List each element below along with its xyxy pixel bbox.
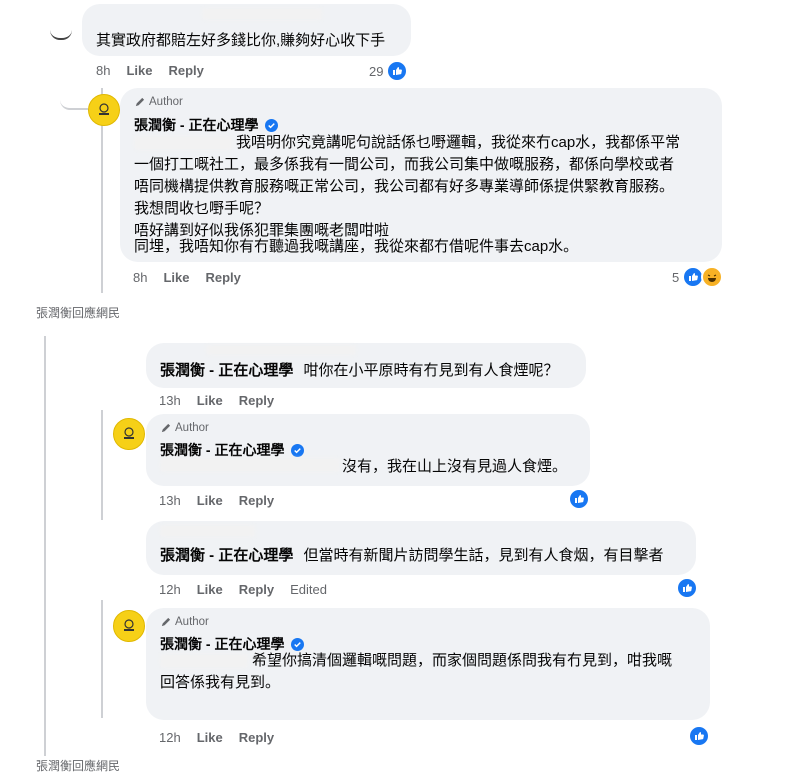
reaction-count[interactable] (568, 488, 590, 510)
comment-actions: 12h Like Reply (159, 730, 290, 745)
thread-connector (60, 88, 88, 110)
thread-line (101, 410, 103, 520)
reply-button[interactable]: Reply (239, 393, 274, 408)
comment-line: 同埋，我唔知你有冇聽過我嘅講座，我從來都冇借呢件事去cap水。 (134, 238, 579, 255)
author-badge-label: Author (175, 422, 209, 434)
author-badge: Author (134, 96, 183, 108)
comment-line: 一個打工嘅社工，最多係我有一間公司，而我公司集中做嘅服務，都係向學校或者 (134, 156, 675, 173)
comment-time[interactable]: 12h (159, 730, 181, 745)
reaction-number: 29 (369, 63, 384, 79)
reply-button[interactable]: Reply (168, 63, 203, 78)
reply-button[interactable]: Reply (239, 730, 274, 745)
commenter-name[interactable]: 張潤衡 - 正在心理學 (160, 440, 305, 460)
comment-bubble: Author 張潤衡 - 正在心理學 希望你搞清個邏輯嘅問題，而家個問題係問我有… (146, 608, 710, 720)
commenter-mark (50, 28, 72, 40)
author-badge: Author (160, 422, 209, 434)
comment-bubble: 張潤衡 - 正在心理學 咁你在小平原時有冇見到有人食煙呢？ (146, 343, 586, 388)
thread-line (101, 600, 103, 718)
comment-actions: 8h Like Reply (133, 270, 257, 285)
pen-icon (161, 617, 171, 626)
comment-line: 我想問收乜嘢手呢？ (134, 200, 270, 217)
mention-name[interactable]: 張潤衡 - 正在心理學 (160, 547, 293, 564)
like-button[interactable]: Like (197, 582, 223, 597)
caption-note: 張潤衡回應網民 (36, 759, 121, 773)
author-badge-label: Author (149, 96, 183, 108)
redacted-name (206, 345, 356, 355)
haha-icon (701, 266, 724, 288)
edited-label[interactable]: Edited (290, 582, 327, 597)
comment-row: 張潤衡 - 正在心理學 咁你在小平原時有冇見到有人食煙呢？ (160, 360, 559, 382)
comment-line: 回答係我有見到。 (160, 674, 281, 691)
like-button[interactable]: Like (197, 493, 223, 508)
comment-bubble: 張潤衡 - 正在心理學 但當時有新聞片訪問學生話，見到有人食烟，有目擊者 (146, 521, 696, 575)
verified-badge-icon (291, 444, 305, 457)
comment-bubble: Author 張潤衡 - 正在心理學 沒有，我在山上沒有見過人食煙。 (146, 414, 590, 486)
like-icon (688, 725, 710, 747)
like-icon (386, 60, 409, 82)
like-icon (676, 577, 698, 599)
comment-actions: 13h Like Reply (159, 493, 290, 508)
comment-actions: 12h Like Reply Edited (159, 582, 343, 597)
comment-actions: 8h Like Reply (96, 63, 220, 78)
like-button[interactable]: Like (197, 393, 223, 408)
commenter-name-text: 張潤衡 - 正在心理學 (160, 442, 285, 458)
author-avatar[interactable] (88, 94, 120, 126)
author-badge: Author (160, 616, 209, 628)
comment-time[interactable]: 13h (159, 393, 181, 408)
reaction-count[interactable] (676, 577, 698, 599)
redacted-tag (160, 654, 248, 668)
comment-line: 唔同機構提供教育服務嘅正常公司，我公司都有好多專業導師係提供緊教育服務。 (134, 178, 675, 195)
comment-bubble: 其實政府都賠左好多錢比你,賺夠好心收下手 (82, 4, 411, 56)
comment-time[interactable]: 8h (133, 270, 147, 285)
like-icon (568, 488, 590, 510)
like-button[interactable]: Like (126, 63, 152, 78)
author-badge-label: Author (175, 616, 209, 628)
comment-line: 我唔明你究竟講呢句說話係乜嘢邏輯，我從來冇cap水，我都係平常 (236, 134, 681, 151)
like-button[interactable]: Like (163, 270, 189, 285)
comment-bubble: Author 張潤衡 - 正在心理學 我唔明你究竟講呢句說話係乜嘢邏輯，我從來冇… (120, 88, 722, 262)
thread-line (44, 336, 46, 756)
author-avatar[interactable] (113, 418, 145, 450)
redacted-name (160, 525, 255, 537)
comment-time[interactable]: 13h (159, 493, 181, 508)
caption-note: 張潤衡回應網民 (36, 306, 121, 320)
reaction-count[interactable]: 5 (672, 266, 724, 288)
comment-time[interactable]: 12h (159, 582, 181, 597)
reply-button[interactable]: Reply (239, 493, 274, 508)
comment-text: 沒有，我在山上沒有見過人食煙。 (342, 458, 568, 475)
reply-button[interactable]: Reply (205, 270, 240, 285)
comment-text: 但當時有新聞片訪問學生話，見到有人食烟，有目擊者 (303, 547, 664, 564)
author-avatar[interactable] (113, 610, 145, 642)
verified-badge-icon (265, 119, 279, 132)
redacted-name (202, 8, 322, 20)
mention-name[interactable]: 張潤衡 - 正在心理學 (160, 362, 293, 379)
comment-time[interactable]: 8h (96, 63, 110, 78)
pen-icon (161, 423, 171, 432)
redacted-tag (160, 458, 340, 472)
reaction-count[interactable] (688, 725, 710, 747)
comment-text: 其實政府都賠左好多錢比你,賺夠好心收下手 (96, 32, 386, 49)
pen-icon (135, 97, 145, 106)
comment-text: 咁你在小平原時有冇見到有人食煙呢？ (303, 362, 559, 379)
comment-line: 希望你搞清個邏輯嘅問題，而家個問題係問我有冇見到，咁我嘅 (252, 652, 673, 669)
comment-row: 張潤衡 - 正在心理學 但當時有新聞片訪問學生話，見到有人食烟，有目擊者 (160, 545, 664, 567)
reaction-count[interactable]: 29 (369, 60, 409, 82)
reply-button[interactable]: Reply (239, 582, 274, 597)
comment-actions: 13h Like Reply (159, 393, 290, 408)
commenter-name-text: 張潤衡 - 正在心理學 (134, 117, 259, 133)
redacted-tag (134, 136, 232, 150)
reaction-number: 5 (672, 269, 680, 285)
like-button[interactable]: Like (197, 730, 223, 745)
